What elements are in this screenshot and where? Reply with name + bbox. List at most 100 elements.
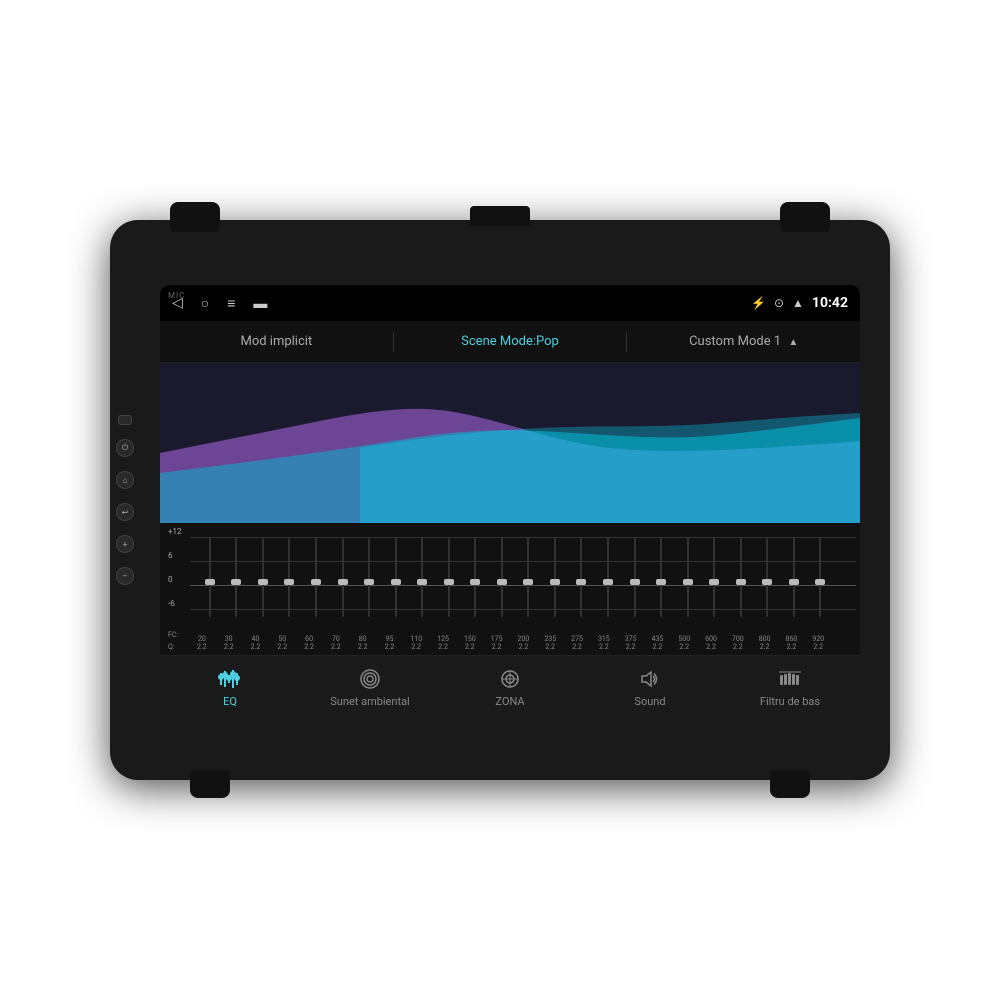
eq-thumb-700[interactable] bbox=[736, 579, 746, 585]
eq-thumb-500[interactable] bbox=[683, 579, 693, 585]
freq-group-60: 602.2 bbox=[297, 635, 321, 651]
freq-q-150: 2.2 bbox=[458, 643, 482, 651]
freq-fc-920: 920 bbox=[806, 635, 830, 643]
eq-slider-110[interactable] bbox=[410, 527, 434, 627]
eq-track-275 bbox=[580, 537, 582, 617]
eq-thumb-600[interactable] bbox=[709, 579, 719, 585]
q-row-label: Q: bbox=[168, 643, 175, 651]
eq-thumb-20[interactable] bbox=[205, 579, 215, 585]
eq-slider-70[interactable] bbox=[331, 527, 355, 627]
bracket-top-left bbox=[170, 202, 220, 232]
freq-q-860: 2.2 bbox=[780, 643, 804, 651]
freq-fc-80: 80 bbox=[351, 635, 375, 643]
clock: 10:42 bbox=[812, 295, 848, 311]
eq-slider-800[interactable] bbox=[755, 527, 779, 627]
eq-slider-920[interactable] bbox=[809, 527, 833, 627]
freq-group-110: 1102.2 bbox=[404, 635, 428, 651]
eq-slider-200[interactable] bbox=[517, 527, 541, 627]
freq-q-30: 2.2 bbox=[217, 643, 241, 651]
eq-thumb-80[interactable] bbox=[364, 579, 374, 585]
eq-thumb-315[interactable] bbox=[603, 579, 613, 585]
eq-slider-30[interactable] bbox=[225, 527, 249, 627]
vol-down-button[interactable]: – bbox=[116, 567, 134, 585]
eq-thumb-95[interactable] bbox=[391, 579, 401, 585]
eq-thumb-175[interactable] bbox=[497, 579, 507, 585]
eq-slider-375[interactable] bbox=[623, 527, 647, 627]
freq-q-235: 2.2 bbox=[538, 643, 562, 651]
eq-slider-60[interactable] bbox=[304, 527, 328, 627]
freq-group-375: 3752.2 bbox=[619, 635, 643, 651]
eq-slider-50[interactable] bbox=[278, 527, 302, 627]
eq-thumb-150[interactable] bbox=[470, 579, 480, 585]
eq-slider-315[interactable] bbox=[596, 527, 620, 627]
home-button[interactable]: ⌂ bbox=[116, 471, 134, 489]
eq-thumb-920[interactable] bbox=[815, 579, 825, 585]
eq-label-minus6: -6 bbox=[168, 599, 175, 608]
nav-item-sound[interactable]: Sound bbox=[580, 665, 720, 712]
eq-thumb-435[interactable] bbox=[656, 579, 666, 585]
freq-fc-315: 315 bbox=[592, 635, 616, 643]
location-icon: ⊙ bbox=[774, 296, 784, 310]
freq-q-95: 2.2 bbox=[378, 643, 402, 651]
eq-thumb-800[interactable] bbox=[762, 579, 772, 585]
eq-thumb-375[interactable] bbox=[630, 579, 640, 585]
rst-button[interactable] bbox=[118, 415, 132, 425]
bottom-nav: EQ Sunet ambiental bbox=[160, 655, 860, 715]
eq-slider-700[interactable] bbox=[729, 527, 753, 627]
nav-item-zona[interactable]: ZONA bbox=[440, 665, 580, 712]
bracket-top-center bbox=[470, 206, 530, 226]
freq-fc-50: 50 bbox=[270, 635, 294, 643]
eq-thumb-200[interactable] bbox=[523, 579, 533, 585]
freq-fc-860: 860 bbox=[780, 635, 804, 643]
nav-item-eq[interactable]: EQ bbox=[160, 665, 300, 712]
eq-slider-500[interactable] bbox=[676, 527, 700, 627]
eq-slider-125[interactable] bbox=[437, 527, 461, 627]
eq-slider-80[interactable] bbox=[357, 527, 381, 627]
freq-group-95: 952.2 bbox=[378, 635, 402, 651]
home-nav-icon[interactable]: ○ bbox=[201, 295, 209, 312]
eq-thumb-275[interactable] bbox=[576, 579, 586, 585]
eq-slider-20[interactable] bbox=[198, 527, 222, 627]
eq-slider-860[interactable] bbox=[782, 527, 806, 627]
eq-slider-175[interactable] bbox=[490, 527, 514, 627]
nav-item-filtru[interactable]: Filtru de bas bbox=[720, 665, 860, 712]
freq-group-700: 7002.2 bbox=[726, 635, 750, 651]
mode-custom[interactable]: Custom Mode 1 ▲ bbox=[627, 334, 860, 349]
eq-thumb-235[interactable] bbox=[550, 579, 560, 585]
eq-thumb-40[interactable] bbox=[258, 579, 268, 585]
nav-item-sunet[interactable]: Sunet ambiental bbox=[300, 665, 440, 712]
bracket-bottom-right bbox=[770, 770, 810, 798]
eq-slider-435[interactable] bbox=[649, 527, 673, 627]
mode-bar: Mod implicit Scene Mode:Pop Custom Mode … bbox=[160, 321, 860, 363]
eq-thumb-110[interactable] bbox=[417, 579, 427, 585]
eq-thumb-860[interactable] bbox=[789, 579, 799, 585]
side-panel: ⏻ ⌂ ↩ + – bbox=[110, 400, 140, 600]
eq-thumb-50[interactable] bbox=[284, 579, 294, 585]
eq-slider-235[interactable] bbox=[543, 527, 567, 627]
freq-q-60: 2.2 bbox=[297, 643, 321, 651]
menu-nav-icon[interactable]: ≡ bbox=[227, 295, 235, 312]
eq-thumb-60[interactable] bbox=[311, 579, 321, 585]
power-button[interactable]: ⏻ bbox=[116, 439, 134, 457]
mode-scene[interactable]: Scene Mode:Pop bbox=[394, 334, 627, 349]
eq-track-20 bbox=[209, 537, 211, 617]
freq-group-50: 502.2 bbox=[270, 635, 294, 651]
eq-track-150 bbox=[474, 537, 476, 617]
freq-fc-275: 275 bbox=[565, 635, 589, 643]
eq-slider-600[interactable] bbox=[702, 527, 726, 627]
vol-up-button[interactable]: + bbox=[116, 535, 134, 553]
eq-slider-275[interactable] bbox=[570, 527, 594, 627]
car-unit: ⏻ ⌂ ↩ + – MIC ◁ ○ ≡ ▬ ⚡ ⊙ ▲ bbox=[110, 220, 890, 780]
freq-q-600: 2.2 bbox=[699, 643, 723, 651]
freq-group-860: 8602.2 bbox=[780, 635, 804, 651]
eq-thumb-125[interactable] bbox=[444, 579, 454, 585]
eq-thumb-30[interactable] bbox=[231, 579, 241, 585]
eq-slider-40[interactable] bbox=[251, 527, 275, 627]
nav-label-sound: Sound bbox=[634, 695, 665, 708]
screenshot-nav-icon[interactable]: ▬ bbox=[253, 295, 267, 312]
eq-slider-95[interactable] bbox=[384, 527, 408, 627]
eq-slider-150[interactable] bbox=[463, 527, 487, 627]
back-button[interactable]: ↩ bbox=[116, 503, 134, 521]
eq-thumb-70[interactable] bbox=[338, 579, 348, 585]
mode-implicit[interactable]: Mod implicit bbox=[160, 334, 393, 349]
